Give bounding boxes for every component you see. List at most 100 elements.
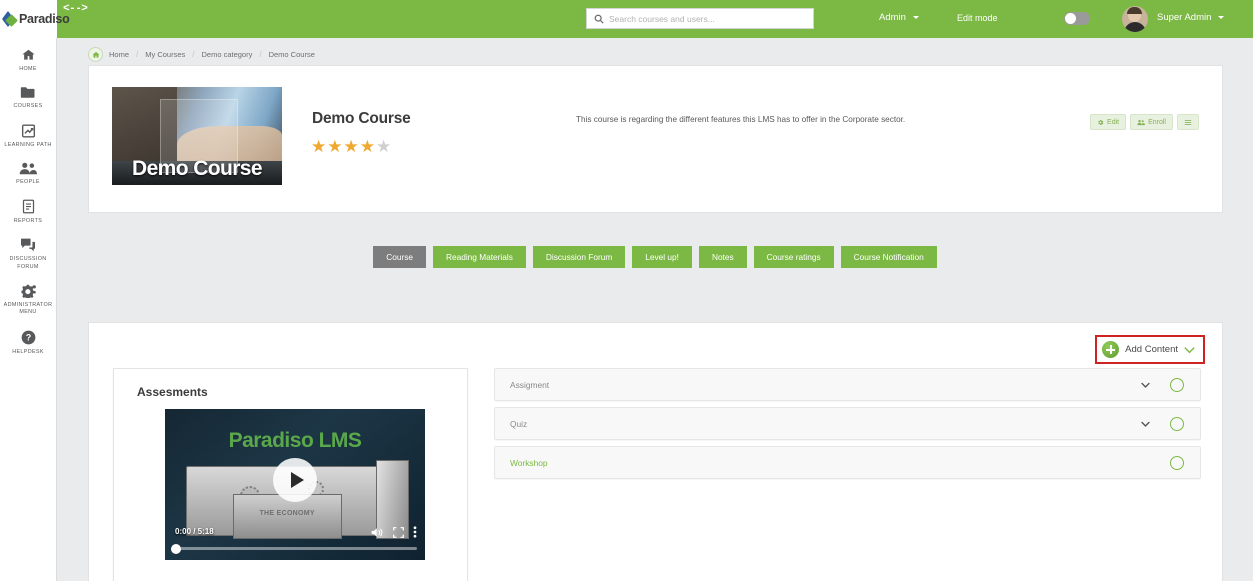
content-row-assignment[interactable]: Assigment [494, 368, 1201, 401]
course-action-buttons: Edit Enroll [1090, 114, 1199, 130]
page-title: Demo Course [312, 110, 411, 127]
more-options-icon[interactable] [413, 526, 417, 538]
sidebar-label-discussion-forum: DISCUSSION FORUM [9, 256, 47, 270]
people-icon [19, 162, 37, 175]
search-input[interactable] [609, 13, 813, 24]
video-timestamp: 0:00 / 5:18 [175, 527, 214, 536]
breadcrumb-item-my-courses[interactable]: My Courses [145, 50, 185, 59]
star-icon: ★ [343, 137, 360, 156]
sidebar: Paradiso HOME COURSES LEARNING PATH PEOP… [0, 0, 70, 581]
chart-arrow-icon [21, 124, 36, 138]
volume-icon[interactable] [371, 527, 384, 538]
chevron-down-icon[interactable] [1141, 421, 1150, 427]
admin-dropdown[interactable]: Admin [879, 12, 919, 23]
users-icon [1137, 119, 1146, 126]
sidebar-menu: HOME COURSES LEARNING PATH PEOPLE REPORT [0, 38, 56, 363]
course-content-card: Add Content Assesments Paradiso LMS THE … [88, 322, 1223, 581]
tab-notes[interactable]: Notes [698, 246, 747, 268]
video-player[interactable]: Paradiso LMS THE ECONOMY 0:00 / 5:18 [165, 409, 425, 560]
tab-level-up[interactable]: Level up! [632, 246, 692, 268]
gears-icon [20, 284, 37, 299]
video-title: Paradiso LMS [228, 429, 362, 452]
video-controls [371, 526, 417, 538]
content-row-workshop[interactable]: Workshop [494, 446, 1201, 479]
chevron-down-icon [1218, 15, 1225, 19]
breadcrumb-item-demo-course: Demo Course [268, 50, 315, 59]
report-icon [22, 199, 35, 214]
top-header-bar: <--> Admin Edit mode Super Admin [57, 0, 1253, 38]
question-circle-icon: ? [21, 330, 36, 345]
add-content-button[interactable]: Add Content [1095, 335, 1205, 364]
breadcrumb-item-home[interactable]: Home [109, 50, 129, 59]
sidebar-item-reports[interactable]: REPORTS [0, 193, 56, 232]
breadcrumb-item-demo-category[interactable]: Demo category [202, 50, 253, 59]
user-menu[interactable]: Super Admin [1157, 12, 1225, 23]
video-progress-knob[interactable] [171, 543, 181, 554]
search-box[interactable] [586, 8, 814, 29]
sidebar-item-administrator-menu[interactable]: ADMINISTRATOR MENU [0, 278, 56, 324]
content-row-label: Assigment [510, 379, 550, 390]
content-row-label: Quiz [510, 418, 528, 429]
course-menu-button[interactable] [1177, 114, 1199, 130]
sidebar-label-people: PEOPLE [16, 178, 40, 185]
course-thumbnail: Demo Course [112, 87, 282, 185]
sidebar-item-home[interactable]: HOME [0, 42, 56, 80]
user-menu-label: Super Admin [1157, 12, 1212, 23]
chevron-down-icon [912, 15, 919, 19]
star-icon: ★ [311, 137, 328, 156]
breadcrumb: Home / My Courses / Demo category / Demo… [88, 47, 315, 62]
folder-icon [20, 86, 36, 99]
paradiso-diamond-icon [1, 10, 18, 27]
chevron-down-icon [1184, 346, 1195, 354]
tab-discussion-forum[interactable]: Discussion Forum [532, 246, 626, 268]
hamburger-icon [1184, 119, 1192, 126]
content-row-label: Workshop [510, 457, 548, 468]
home-icon[interactable] [88, 47, 103, 62]
course-thumbnail-caption: Demo Course [132, 157, 263, 180]
admin-dropdown-label: Admin [879, 12, 906, 23]
main-content: Home / My Courses / Demo category / Demo… [57, 38, 1253, 581]
star-icon: ★ [359, 137, 376, 156]
add-content-label: Add Content [1125, 344, 1178, 355]
chevron-down-icon[interactable] [1141, 382, 1150, 388]
brand-name: Paradiso [19, 12, 70, 26]
sidebar-item-discussion-forum[interactable]: DISCUSSION FORUM [0, 232, 56, 278]
chat-icon [20, 238, 36, 252]
sidebar-label-administrator-menu: ADMINISTRATOR MENU [3, 302, 53, 316]
content-row-quiz[interactable]: Quiz [494, 407, 1201, 440]
sidebar-label-home: HOME [19, 66, 37, 72]
edit-button-label: Edit [1107, 118, 1120, 126]
course-rating[interactable]: ★★★★★ [311, 138, 392, 156]
plus-circle-icon [1102, 341, 1120, 358]
sidebar-item-people[interactable]: PEOPLE [0, 156, 56, 193]
brand-logo[interactable]: Paradiso [0, 0, 70, 38]
breadcrumb-separator: / [259, 50, 262, 59]
play-icon[interactable] [273, 457, 317, 502]
avatar[interactable] [1122, 6, 1148, 32]
content-rows: Assigment Quiz Workshop [494, 368, 1201, 485]
tab-reading-materials[interactable]: Reading Materials [433, 246, 526, 268]
video-progress-bar[interactable] [171, 543, 417, 554]
toggle-knob [1065, 13, 1076, 24]
breadcrumb-separator: / [136, 50, 139, 59]
fullscreen-icon[interactable] [393, 526, 404, 538]
sidebar-label-courses: COURSES [13, 103, 43, 110]
breadcrumb-separator: / [192, 50, 195, 59]
home-icon [21, 48, 36, 62]
star-icon: ★ [376, 137, 393, 156]
sidebar-label-learning-path: LEARNING PATH [4, 141, 52, 148]
tab-course[interactable]: Course [373, 246, 426, 268]
sidebar-label-reports: REPORTS [13, 218, 43, 225]
tab-course-ratings[interactable]: Course ratings [753, 246, 834, 268]
completion-circle-icon[interactable] [1170, 455, 1184, 470]
sidebar-item-learning-path[interactable]: LEARNING PATH [0, 118, 56, 156]
enroll-button[interactable]: Enroll [1130, 114, 1173, 130]
edit-mode-toggle[interactable] [1064, 12, 1090, 25]
gear-icon [1097, 119, 1104, 126]
tab-course-notification[interactable]: Course Notification [840, 246, 937, 268]
sidebar-item-helpdesk[interactable]: ? HELPDESK [0, 324, 56, 363]
sidebar-item-courses[interactable]: COURSES [0, 80, 56, 117]
completion-circle-icon[interactable] [1170, 377, 1184, 392]
edit-button[interactable]: Edit [1090, 114, 1127, 130]
completion-circle-icon[interactable] [1170, 416, 1184, 431]
